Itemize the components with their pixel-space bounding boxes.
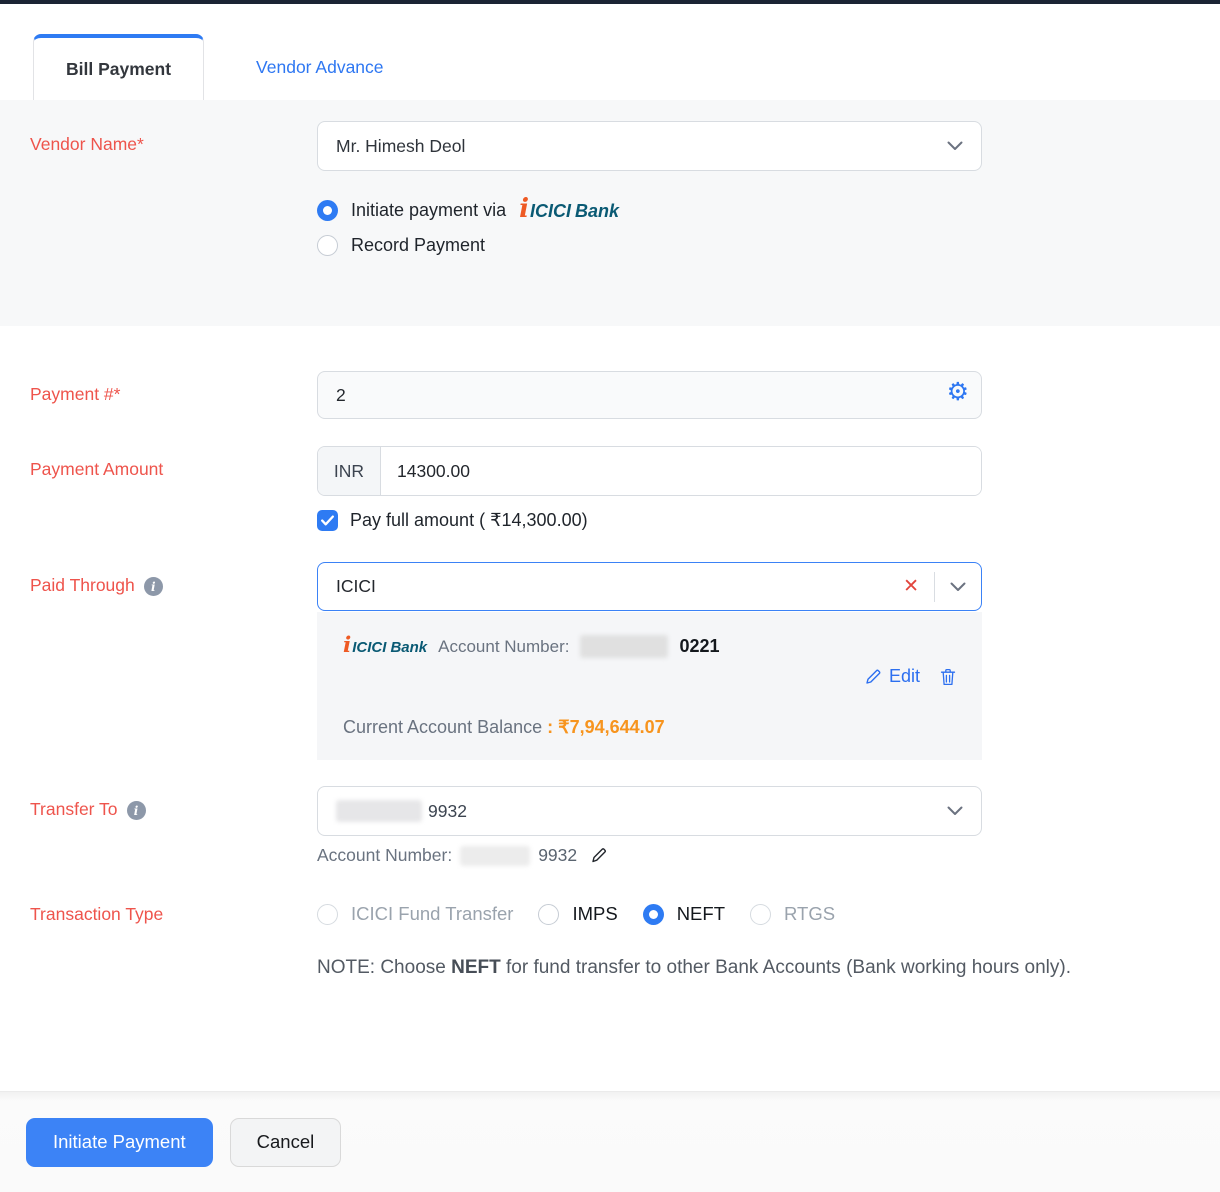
clear-icon[interactable]: ✕	[888, 577, 934, 596]
vendor-section: Vendor Name* Mr. Himesh Deol Initiate pa…	[0, 100, 1220, 326]
tab-vendor-advance[interactable]: Vendor Advance	[224, 34, 415, 100]
info-icon[interactable]: i	[127, 801, 146, 820]
radio-unselected-icon	[538, 904, 559, 925]
paid-through-label: Paid Through	[30, 575, 135, 596]
tab-bill-payment-label: Bill Payment	[66, 59, 171, 80]
note-prefix: NOTE: Choose	[317, 957, 451, 978]
vendor-name-value: Mr. Himesh Deol	[336, 136, 465, 157]
radio-initiate-payment[interactable]: Initiate payment via iICICIBank	[317, 199, 982, 222]
payment-number-input[interactable]	[317, 371, 982, 419]
pay-full-amount-row: Pay full amount ( ₹14,300.00)	[317, 510, 982, 531]
form-body: Payment #* ⚙ Payment Amount INR Pay full…	[0, 326, 1220, 1091]
payment-number-label: Payment #*	[30, 384, 120, 405]
balance-colon: :	[547, 717, 553, 737]
radio-unselected-icon	[317, 235, 338, 256]
pencil-icon	[865, 668, 882, 685]
icici-bank-logo: iICICIBank	[343, 637, 427, 656]
tab-vendor-advance-label: Vendor Advance	[256, 57, 383, 78]
paid-through-combobox: ✕	[317, 562, 982, 611]
trash-icon[interactable]	[940, 668, 956, 686]
icici-bank-word: Bank	[575, 201, 619, 222]
currency-prefix: INR	[318, 447, 381, 495]
note-suffix: for fund transfer to other Bank Accounts…	[501, 957, 1071, 978]
transfer-to-account-line: Account Number: 9932	[317, 845, 982, 866]
edit-account-link[interactable]: Edit	[865, 666, 920, 687]
edit-label: Edit	[889, 666, 920, 687]
chevron-down-icon	[947, 141, 963, 151]
account-number-suffix: 0221	[679, 636, 719, 657]
transfer-to-value: 9932	[428, 801, 467, 822]
chevron-down-icon	[947, 806, 963, 816]
redacted-account-digits	[460, 846, 530, 866]
transfer-to-select[interactable]: 9932	[317, 786, 982, 836]
redacted-account-digits	[336, 800, 422, 822]
record-payment-label: Record Payment	[351, 235, 485, 256]
paid-through-input[interactable]	[334, 575, 888, 598]
radio-label: IMPS	[572, 903, 617, 925]
tab-bill-payment[interactable]: Bill Payment	[33, 34, 204, 100]
radio-selected-icon	[643, 904, 664, 925]
info-icon[interactable]: i	[144, 577, 163, 596]
radio-selected-icon	[317, 200, 338, 221]
pay-full-amount-checkbox[interactable]	[317, 510, 338, 531]
radio-record-payment[interactable]: Record Payment	[317, 235, 982, 256]
account-number-label: Account Number:	[438, 637, 569, 657]
note-bold: NEFT	[451, 957, 501, 978]
icici-word: ICICI	[530, 201, 571, 222]
icici-bank-logo: iICICIBank	[519, 199, 619, 222]
payment-amount-group: INR	[317, 446, 982, 496]
balance-label: Current Account Balance	[343, 717, 542, 737]
vendor-name-select[interactable]: Mr. Himesh Deol	[317, 121, 982, 171]
transfer-to-label: Transfer To	[30, 799, 118, 820]
pencil-icon[interactable]	[589, 846, 608, 865]
pay-full-amount-label: Pay full amount ( ₹14,300.00)	[350, 510, 588, 531]
tab-bar: Bill Payment Vendor Advance	[0, 4, 1220, 100]
radio-label: NEFT	[677, 903, 725, 925]
radio-rtgs[interactable]: RTGS	[750, 903, 835, 925]
neft-note: NOTE: Choose NEFT for fund transfer to o…	[317, 952, 1079, 985]
cancel-button[interactable]: Cancel	[230, 1118, 342, 1167]
paid-through-account-panel: iICICIBank Account Number: 0221 Edit	[317, 612, 982, 760]
radio-disabled-icon	[750, 904, 771, 925]
gear-icon[interactable]: ⚙	[947, 380, 969, 405]
icici-word: ICICI	[352, 639, 386, 656]
initiate-payment-button[interactable]: Initiate Payment	[26, 1118, 213, 1167]
icici-bank-word: Bank	[390, 639, 427, 656]
payment-amount-label: Payment Amount	[30, 459, 163, 480]
radio-disabled-icon	[317, 904, 338, 925]
account-number-suffix: 9932	[538, 845, 577, 866]
icici-i-mark-icon: i	[519, 199, 529, 220]
checkmark-icon	[321, 515, 334, 526]
transaction-type-options: ICICI Fund Transfer IMPS NEFT RTGS	[317, 900, 1117, 925]
radio-icici-fund-transfer[interactable]: ICICI Fund Transfer	[317, 903, 513, 925]
initiate-payment-label: Initiate payment via	[351, 200, 506, 221]
payment-amount-input[interactable]	[381, 447, 981, 495]
footer-action-bar: Initiate Payment Cancel	[0, 1091, 1220, 1192]
redacted-account-digits	[580, 635, 668, 658]
account-number-label: Account Number:	[317, 845, 452, 866]
radio-label: RTGS	[784, 903, 835, 925]
radio-imps[interactable]: IMPS	[538, 903, 617, 925]
radio-neft[interactable]: NEFT	[643, 903, 725, 925]
chevron-down-icon[interactable]	[935, 582, 981, 592]
transaction-type-label: Transaction Type	[30, 904, 163, 925]
vendor-name-label: Vendor Name*	[30, 134, 144, 155]
icici-i-mark-icon: i	[343, 637, 351, 654]
balance-value: ₹7,94,644.07	[558, 717, 665, 737]
radio-label: ICICI Fund Transfer	[351, 903, 513, 925]
